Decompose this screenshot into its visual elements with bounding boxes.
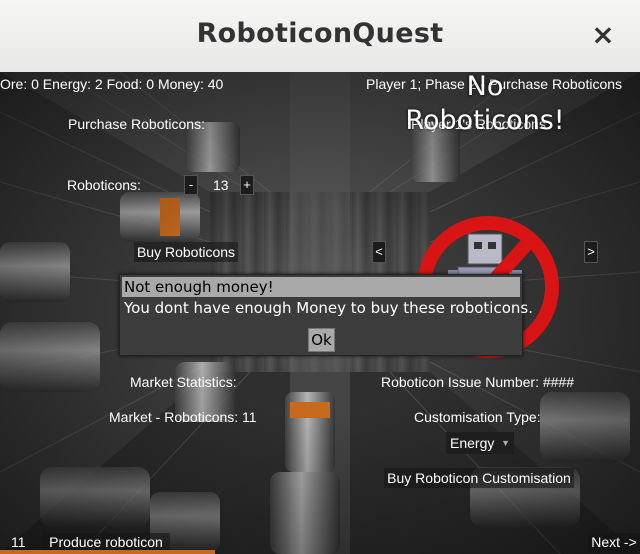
customisation-type-dropdown[interactable]: Energy ▼ — [446, 432, 514, 454]
window-title: RoboticonQuest — [196, 18, 444, 49]
produce-count: 11 — [11, 534, 26, 550]
purchase-heading: Purchase Roboticons: — [68, 116, 205, 132]
market-roboticons: Market - Roboticons: 11 — [109, 409, 257, 425]
market-heading: Market Statistics: — [130, 374, 237, 390]
chevron-down-icon: ▼ — [501, 438, 510, 448]
customisation-type-value: Energy — [450, 435, 495, 451]
customisation-type-label: Customisation Type: — [414, 409, 541, 425]
buy-customisation-button[interactable]: Buy Roboticon Customisation — [384, 468, 574, 488]
prev-roboticon-button[interactable]: < — [372, 241, 386, 263]
roboticons-label: Roboticons: — [67, 177, 141, 193]
title-bar: RoboticonQuest × — [0, 0, 640, 73]
accent-bar — [0, 550, 215, 554]
dialog-ok-button[interactable]: Ok — [308, 328, 335, 352]
error-dialog: Not enough money! You dont have enough M… — [119, 274, 533, 356]
close-icon[interactable]: × — [590, 20, 616, 50]
resources-status: Ore: 0 Energy: 2 Food: 0 Money: 40 — [0, 76, 224, 92]
no-roboticons-text: No Roboticons! — [405, 71, 565, 136]
increase-roboticons-button[interactable]: + — [240, 175, 254, 195]
buy-roboticons-button[interactable]: Buy Roboticons — [134, 242, 238, 262]
roboticons-count: 13 — [213, 177, 229, 193]
next-roboticon-button[interactable]: > — [584, 241, 598, 263]
dialog-title: Not enough money! — [122, 277, 520, 297]
decrease-roboticons-button[interactable]: - — [184, 175, 198, 195]
issue-number: Roboticon Issue Number: #### — [381, 374, 574, 390]
next-button[interactable]: Next -> — [588, 533, 640, 552]
dialog-message: You dont have enough Money to buy these … — [124, 299, 533, 317]
